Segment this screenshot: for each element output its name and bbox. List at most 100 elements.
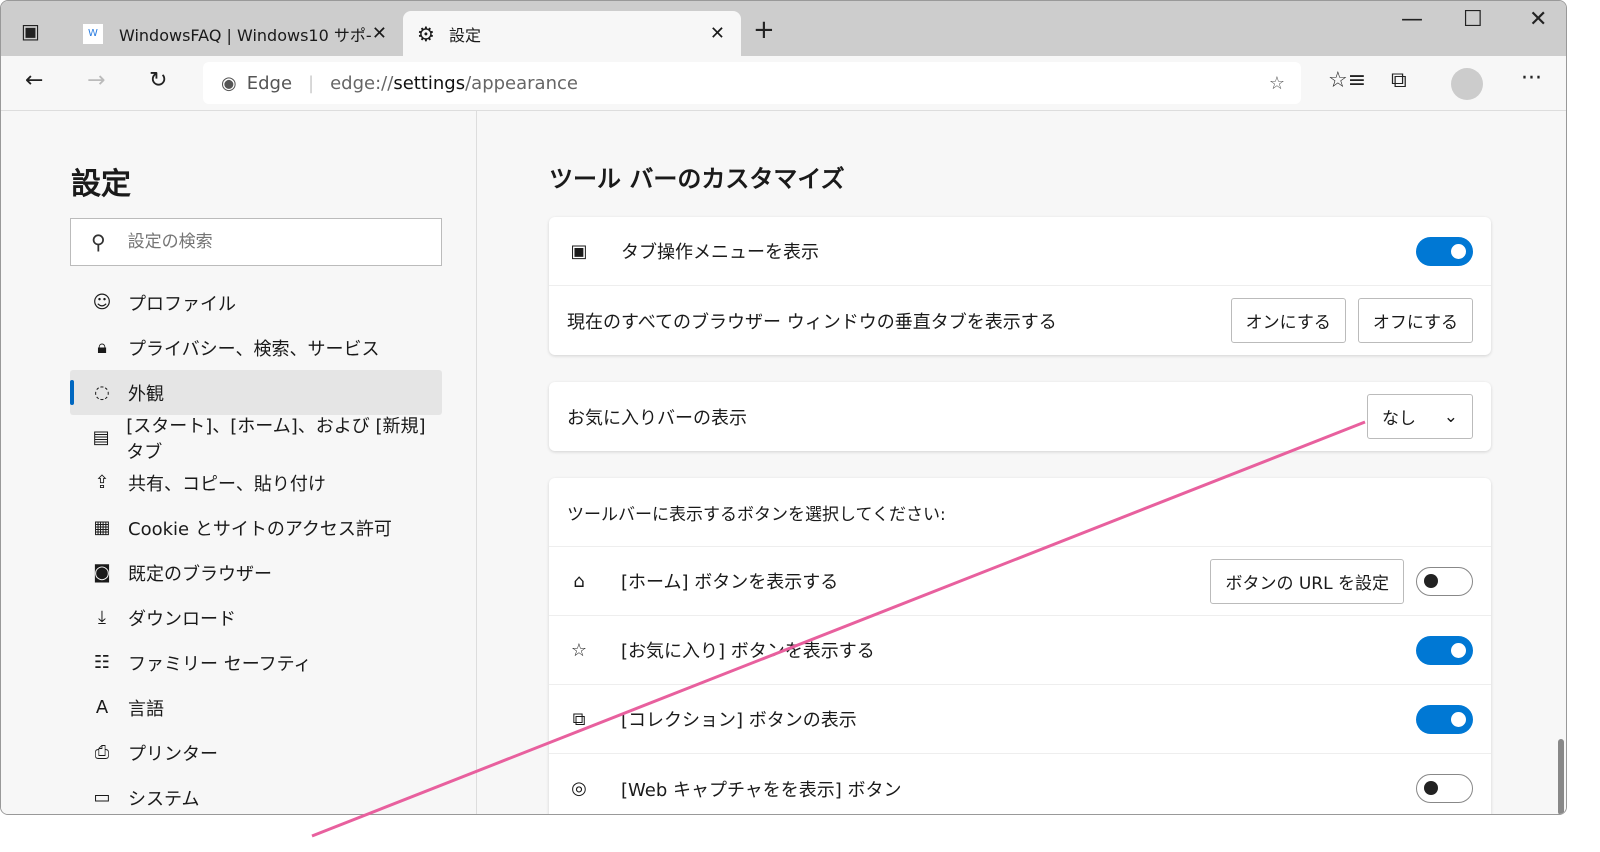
- system-icon: ▭: [93, 787, 111, 808]
- collections-icon: ⧉: [572, 708, 586, 730]
- close-icon[interactable]: ✕: [372, 23, 387, 44]
- refresh-icon[interactable]: ↻: [149, 68, 167, 93]
- turn-off-button[interactable]: オフにする: [1357, 298, 1473, 343]
- collections-icon[interactable]: ⧉: [1391, 68, 1407, 93]
- cookie-icon: ▦: [93, 517, 111, 538]
- sidebar: 設定 ⚲ ☺ プロファイル 🔒︎ プライバシー、検索、サービス ◌ 外観 ▤ [スタート]、[…: [1, 111, 477, 814]
- printer-icon: ⎙: [94, 742, 110, 763]
- turn-on-button[interactable]: オンにする: [1230, 298, 1346, 343]
- favbar-dropdown[interactable]: なし ⌄: [1367, 394, 1473, 439]
- toolbar-button-row: ⧉ [コレクション] ボタンの表示: [549, 685, 1491, 754]
- sidebar-item[interactable]: ◌ 外観: [70, 370, 442, 415]
- close-icon[interactable]: ✕: [710, 23, 725, 44]
- toolbar: ← → ↻ ◉ Edge | edge://settings/appearanc…: [1, 56, 1566, 111]
- tab-label: 設定: [448, 25, 481, 45]
- sidebar-item[interactable]: ▤ [スタート]、[ホーム]、および [新規] タブ: [70, 415, 442, 463]
- buttons-heading-row: ツールバーに表示するボタンを選択してください:: [549, 478, 1491, 547]
- sidebar-item-label: プリンター: [128, 743, 218, 765]
- back-icon[interactable]: ←: [25, 68, 43, 93]
- setting-label: [ホーム] ボタンを表示する: [621, 572, 839, 593]
- family-icon: ☷: [93, 652, 111, 673]
- new-tab-icon[interactable]: +: [753, 15, 775, 45]
- favbar-card: お気に入りバーの表示 なし ⌄: [549, 382, 1491, 451]
- sidebar-nav: ☺ プロファイル 🔒︎ プライバシー、検索、サービス ◌ 外観 ▤ [スタート]、[ホーム]、…: [70, 280, 442, 814]
- tab-settings[interactable]: ⚙ 設定 ✕: [403, 11, 741, 56]
- setting-label: [お気に入り] ボタンを表示する: [621, 641, 875, 662]
- toolbar-button-row: ☆ [お気に入り] ボタンを表示する: [549, 616, 1491, 685]
- tab-menu-toggle[interactable]: [1416, 236, 1473, 266]
- sidebar-item-label: ファミリー セーフティ: [128, 653, 312, 675]
- tab-actions-icon: ▣: [570, 240, 588, 262]
- favorites-icon: ☆: [570, 639, 588, 661]
- chevron-down-icon: ⌄: [1443, 406, 1458, 427]
- sidebar-item[interactable]: ⤓ ダウンロード: [70, 595, 442, 640]
- gear-icon: ⚙: [417, 21, 435, 46]
- button-toggle[interactable]: [1416, 704, 1473, 734]
- set-url-button[interactable]: ボタンの URL を設定: [1210, 558, 1404, 604]
- home-icon: ⌂: [573, 570, 585, 592]
- search-input[interactable]: [127, 232, 347, 252]
- palette-icon: ◌: [94, 382, 110, 403]
- share-icon: ⇪: [94, 472, 110, 493]
- sidebar-item[interactable]: 🔒︎ プライバシー、検索、サービス: [70, 325, 442, 370]
- language-icon: A: [95, 697, 109, 718]
- button-toggle[interactable]: [1416, 635, 1473, 665]
- url-path: /appearance: [465, 72, 578, 94]
- sidebar-item-label: 共有、コピー、貼り付け: [128, 473, 326, 495]
- sidebar-item[interactable]: ▦ Cookie とサイトのアクセス許可: [70, 505, 442, 550]
- tab-label: WindowsFAQ | Windows10 サポ-: [119, 25, 372, 45]
- setting-label: お気に入りバーの表示: [567, 407, 747, 429]
- sidebar-item[interactable]: ☺ プロファイル: [70, 280, 442, 325]
- add-favorite-icon[interactable]: ☆: [1269, 73, 1285, 94]
- browser-icon: ◙: [93, 562, 111, 583]
- setting-label: [Web キャプチャをを表示] ボタン: [621, 779, 902, 801]
- button-toggle[interactable]: [1416, 566, 1473, 596]
- button-toggle[interactable]: [1416, 774, 1473, 803]
- tab-menu-row: ▣ タブ操作メニューを表示: [549, 217, 1491, 286]
- minimize-icon[interactable]: —: [1401, 7, 1423, 32]
- download-icon: ⤓: [98, 607, 106, 628]
- sidebar-item-label: プライバシー、検索、サービス: [128, 338, 380, 360]
- scrollbar[interactable]: [1558, 739, 1564, 814]
- search-box[interactable]: ⚲: [70, 218, 442, 266]
- sidebar-item-label: 言語: [128, 698, 164, 720]
- maximize-icon[interactable]: ☐: [1463, 7, 1483, 32]
- toolbar-button-row: ◎ [Web キャプチャをを表示] ボタン: [549, 754, 1491, 814]
- tab-bar: ▣ W WindowsFAQ | Windows10 サポ- ✕ ⚙ 設定 ✕ …: [1, 1, 1566, 56]
- sidebar-item-label: システム: [128, 788, 200, 810]
- forward-icon[interactable]: →: [87, 68, 105, 93]
- sidebar-item-label: プロファイル: [128, 293, 236, 315]
- url-prefix: edge://: [330, 72, 394, 94]
- tab-windowsfaq[interactable]: W WindowsFAQ | Windows10 サポ- ✕: [77, 11, 397, 56]
- sidebar-item[interactable]: A 言語: [70, 685, 442, 730]
- sidebar-item-label: ダウンロード: [128, 608, 236, 630]
- sidebar-item[interactable]: ☷ ファミリー セーフティ: [70, 640, 442, 685]
- favorites-icon[interactable]: ☆≡: [1328, 68, 1366, 93]
- setting-label: 現在のすべてのブラウザー ウィンドウの垂直タブを表示する: [567, 311, 1057, 333]
- profile-icon: ☺: [92, 292, 112, 313]
- vertical-tabs-row: 現在のすべてのブラウザー ウィンドウの垂直タブを表示する オンにする オフにする: [549, 286, 1491, 355]
- lock-icon: 🔒︎: [97, 337, 107, 358]
- sidebar-item[interactable]: ◙ 既定のブラウザー: [70, 550, 442, 595]
- tab-card: ▣ タブ操作メニューを表示 現在のすべてのブラウザー ウィンドウの垂直タブを表示…: [549, 217, 1491, 355]
- sidebar-item[interactable]: ⎙ プリンター: [70, 730, 442, 775]
- setting-label: タブ操作メニューを表示: [621, 242, 819, 263]
- buttons-card: ツールバーに表示するボタンを選択してください: ⌂ [ホーム] ボタンを表示する ボ…: [549, 478, 1491, 814]
- sidebar-item-label: [スタート]、[ホーム]、および [新規] タブ: [126, 415, 426, 463]
- webcapture-icon: ◎: [571, 778, 587, 799]
- dropdown-value: なし: [1382, 409, 1416, 429]
- section-title: ツール バーのカスタマイズ: [549, 165, 845, 193]
- divider: |: [308, 72, 315, 94]
- buttons-heading: ツールバーに表示するボタンを選択してください:: [567, 504, 946, 525]
- tab-actions-icon[interactable]: ▣: [21, 19, 40, 43]
- address-bar[interactable]: ◉ Edge | edge://settings/appearance ☆: [203, 62, 1301, 104]
- browser-window: ▣ W WindowsFAQ | Windows10 サポ- ✕ ⚙ 設定 ✕ …: [0, 0, 1567, 815]
- sidebar-item-label: 外観: [128, 383, 164, 405]
- window-close-icon[interactable]: ✕: [1529, 7, 1547, 32]
- avatar[interactable]: [1451, 68, 1483, 100]
- page-title: 設定: [71, 167, 131, 202]
- more-icon[interactable]: ···: [1521, 66, 1542, 91]
- sidebar-item[interactable]: ▭ システム: [70, 775, 442, 814]
- sidebar-item[interactable]: ⇪ 共有、コピー、貼り付け: [70, 460, 442, 505]
- favicon: W: [83, 23, 103, 44]
